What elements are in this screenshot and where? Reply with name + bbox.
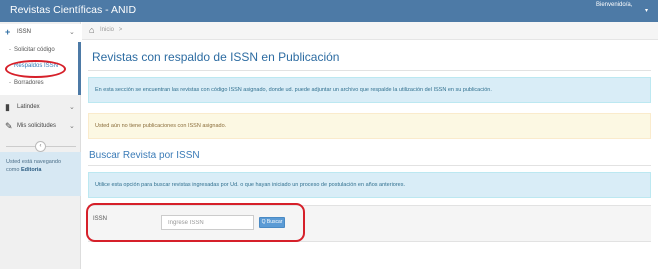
title-divider bbox=[88, 70, 651, 71]
page-title: Revistas con respaldo de ISSN en Publica… bbox=[92, 50, 340, 64]
book-icon: ▮ bbox=[5, 102, 10, 112]
app-title[interactable]: Revistas Científicas - ANID bbox=[10, 4, 136, 16]
sidebar-section-label: ISSN bbox=[17, 29, 32, 35]
tree-dash: - bbox=[9, 47, 11, 53]
sidebar-section-issn[interactable]: + ISSN ⌄ bbox=[0, 24, 81, 42]
top-bar: Revistas Científicas - ANID Bienvenido/a… bbox=[0, 0, 658, 22]
chevron-down-icon: ⌄ bbox=[69, 123, 75, 130]
breadcrumb-separator: > bbox=[118, 27, 123, 33]
user-menu-caret-icon[interactable]: ▾ bbox=[645, 7, 648, 14]
warning-alert: Usted aún no tiene publicaciones con ISS… bbox=[88, 113, 651, 139]
edit-icon: ✎ bbox=[5, 121, 13, 131]
search-info-alert: Utilice esta opción para buscar revistas… bbox=[88, 172, 651, 198]
sidebar-collapse-button[interactable]: ‹ bbox=[35, 141, 46, 152]
sidebar-item-solicitar-codigo[interactable]: - Solicitar código bbox=[0, 44, 78, 58]
chevron-down-icon: ⌄ bbox=[69, 29, 75, 36]
sidebar-item-borradores[interactable]: - Borradores bbox=[0, 77, 78, 91]
nav-info-role: Editoria bbox=[20, 167, 42, 173]
breadcrumb-label: Inicio bbox=[100, 27, 115, 33]
breadcrumb: ⌂ Inicio > bbox=[82, 22, 658, 40]
plus-icon: + bbox=[5, 27, 11, 37]
sidebar-section-label: Mis solicitudes bbox=[17, 123, 57, 129]
breadcrumb-inicio[interactable]: Inicio > bbox=[100, 27, 122, 33]
nav-info-prefix: Usted está navegando bbox=[6, 159, 62, 165]
annotation-box-search-form bbox=[86, 203, 305, 242]
sidebar-section-label: Latindex bbox=[17, 104, 40, 110]
sidebar-item-label: Solicitar código bbox=[14, 47, 55, 53]
info-alert: En esta sección se encuentran las revist… bbox=[88, 77, 651, 103]
tree-dash: - bbox=[9, 80, 11, 86]
navigation-role-info: Usted está navegando como Editoria bbox=[0, 152, 81, 196]
search-section-title: Buscar Revista por ISSN bbox=[89, 150, 200, 161]
sidebar-section-mis-solicitudes[interactable]: ✎ Mis solicitudes ⌄ bbox=[0, 118, 81, 136]
sidebar-item-label: Borradores bbox=[14, 80, 44, 86]
chevron-down-icon: ⌄ bbox=[69, 104, 75, 111]
nav-info-middle: como bbox=[6, 167, 20, 173]
annotation-oval-sidebar bbox=[5, 60, 66, 78]
sidebar: + ISSN ⌄ - Solicitar código - Respaldos … bbox=[0, 22, 81, 269]
sidebar-section-latindex[interactable]: ▮ Latindex ⌄ bbox=[0, 99, 81, 117]
section-divider bbox=[88, 165, 651, 166]
welcome-text[interactable]: Bienvenido/a, bbox=[596, 2, 632, 8]
home-icon[interactable]: ⌂ bbox=[89, 25, 94, 35]
